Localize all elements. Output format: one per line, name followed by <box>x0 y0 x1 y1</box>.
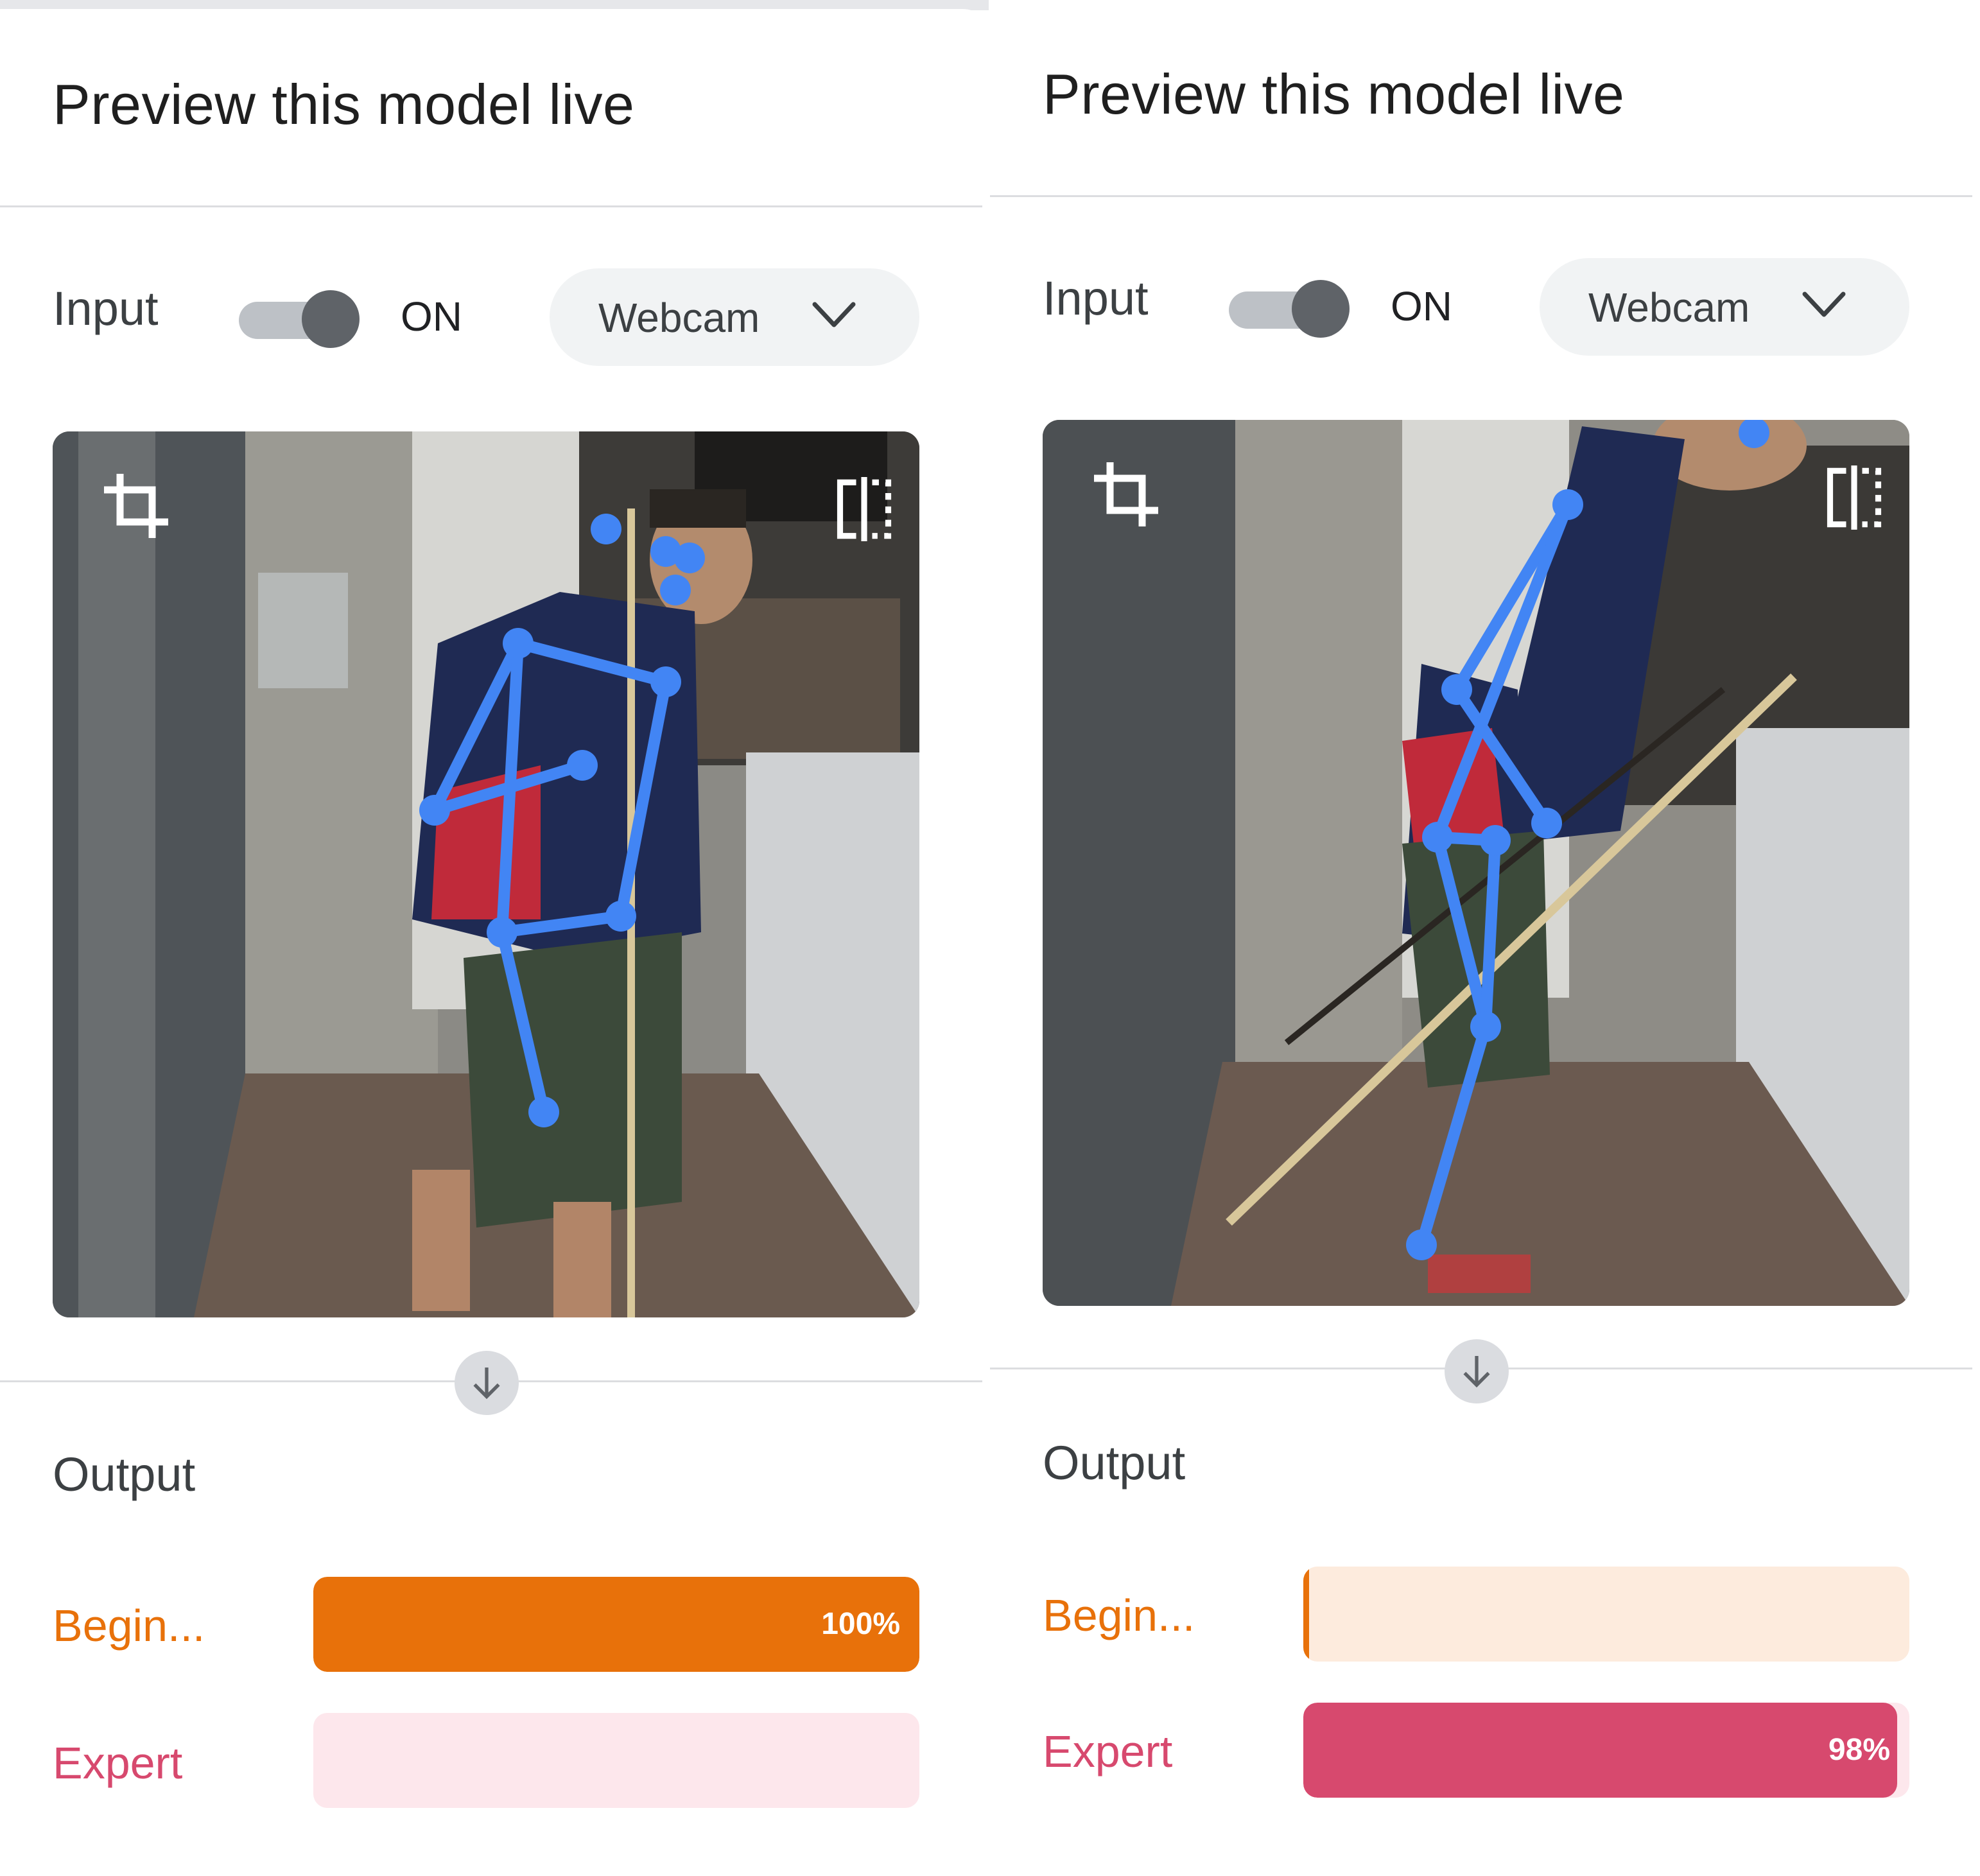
confidence-bar-expert <box>313 1713 919 1808</box>
class-label-beginner: Begin... <box>53 1601 205 1651</box>
input-source-value: Webcam <box>1588 284 1750 331</box>
chevron-down-icon <box>812 302 856 327</box>
input-toggle[interactable] <box>1229 280 1350 338</box>
input-label: Input <box>1043 272 1149 325</box>
flip-horizontal-icon[interactable] <box>832 474 896 544</box>
toggle-state-label: ON <box>1391 283 1452 329</box>
class-label-expert: Expert <box>1043 1726 1173 1776</box>
crop-icon[interactable] <box>98 467 175 544</box>
confidence-fill <box>1303 1567 1310 1662</box>
panel-title: Preview this model live <box>53 73 635 136</box>
confidence-bar-beginner <box>1303 1567 1909 1662</box>
webcam-preview <box>53 431 919 1317</box>
toggle-state-label: ON <box>401 293 462 340</box>
arrow-down-icon <box>1463 1356 1490 1388</box>
arrow-down-button <box>1445 1339 1509 1403</box>
class-label-beginner: Begin... <box>1043 1590 1195 1640</box>
confidence-percent: 100% <box>821 1607 900 1641</box>
preview-panel-left: Preview this model live Input ON Webcam <box>0 0 989 1876</box>
flip-horizontal-icon[interactable] <box>1822 462 1886 533</box>
pose-skeleton <box>419 514 705 1127</box>
preview-panel-right: Preview this model live Input ON Webcam <box>990 0 1979 1876</box>
input-source-select[interactable]: Webcam <box>1540 258 1909 356</box>
output-label: Output <box>53 1448 196 1501</box>
webcam-preview <box>1043 420 1909 1306</box>
input-label: Input <box>53 282 159 335</box>
crop-icon[interactable] <box>1088 456 1165 533</box>
confidence-bar-expert: 98% <box>1303 1703 1909 1798</box>
header-divider <box>990 195 1972 197</box>
chevron-down-icon <box>1802 291 1846 317</box>
confidence-bar-beginner: 100% <box>313 1577 919 1672</box>
input-source-select[interactable]: Webcam <box>550 268 919 366</box>
toggle-knob <box>302 290 360 348</box>
header-divider <box>0 205 982 207</box>
arrow-down-button <box>455 1351 519 1415</box>
input-source-value: Webcam <box>598 295 760 341</box>
pose-skeleton <box>1406 420 1769 1260</box>
confidence-percent: 98% <box>1828 1733 1890 1767</box>
toggle-knob <box>1292 280 1350 338</box>
confidence-fill <box>1303 1703 1898 1798</box>
arrow-down-icon <box>473 1368 500 1400</box>
output-label: Output <box>1043 1436 1186 1490</box>
class-label-expert: Expert <box>53 1738 183 1788</box>
panel-title: Preview this model live <box>1043 62 1625 126</box>
input-toggle[interactable] <box>239 290 360 348</box>
